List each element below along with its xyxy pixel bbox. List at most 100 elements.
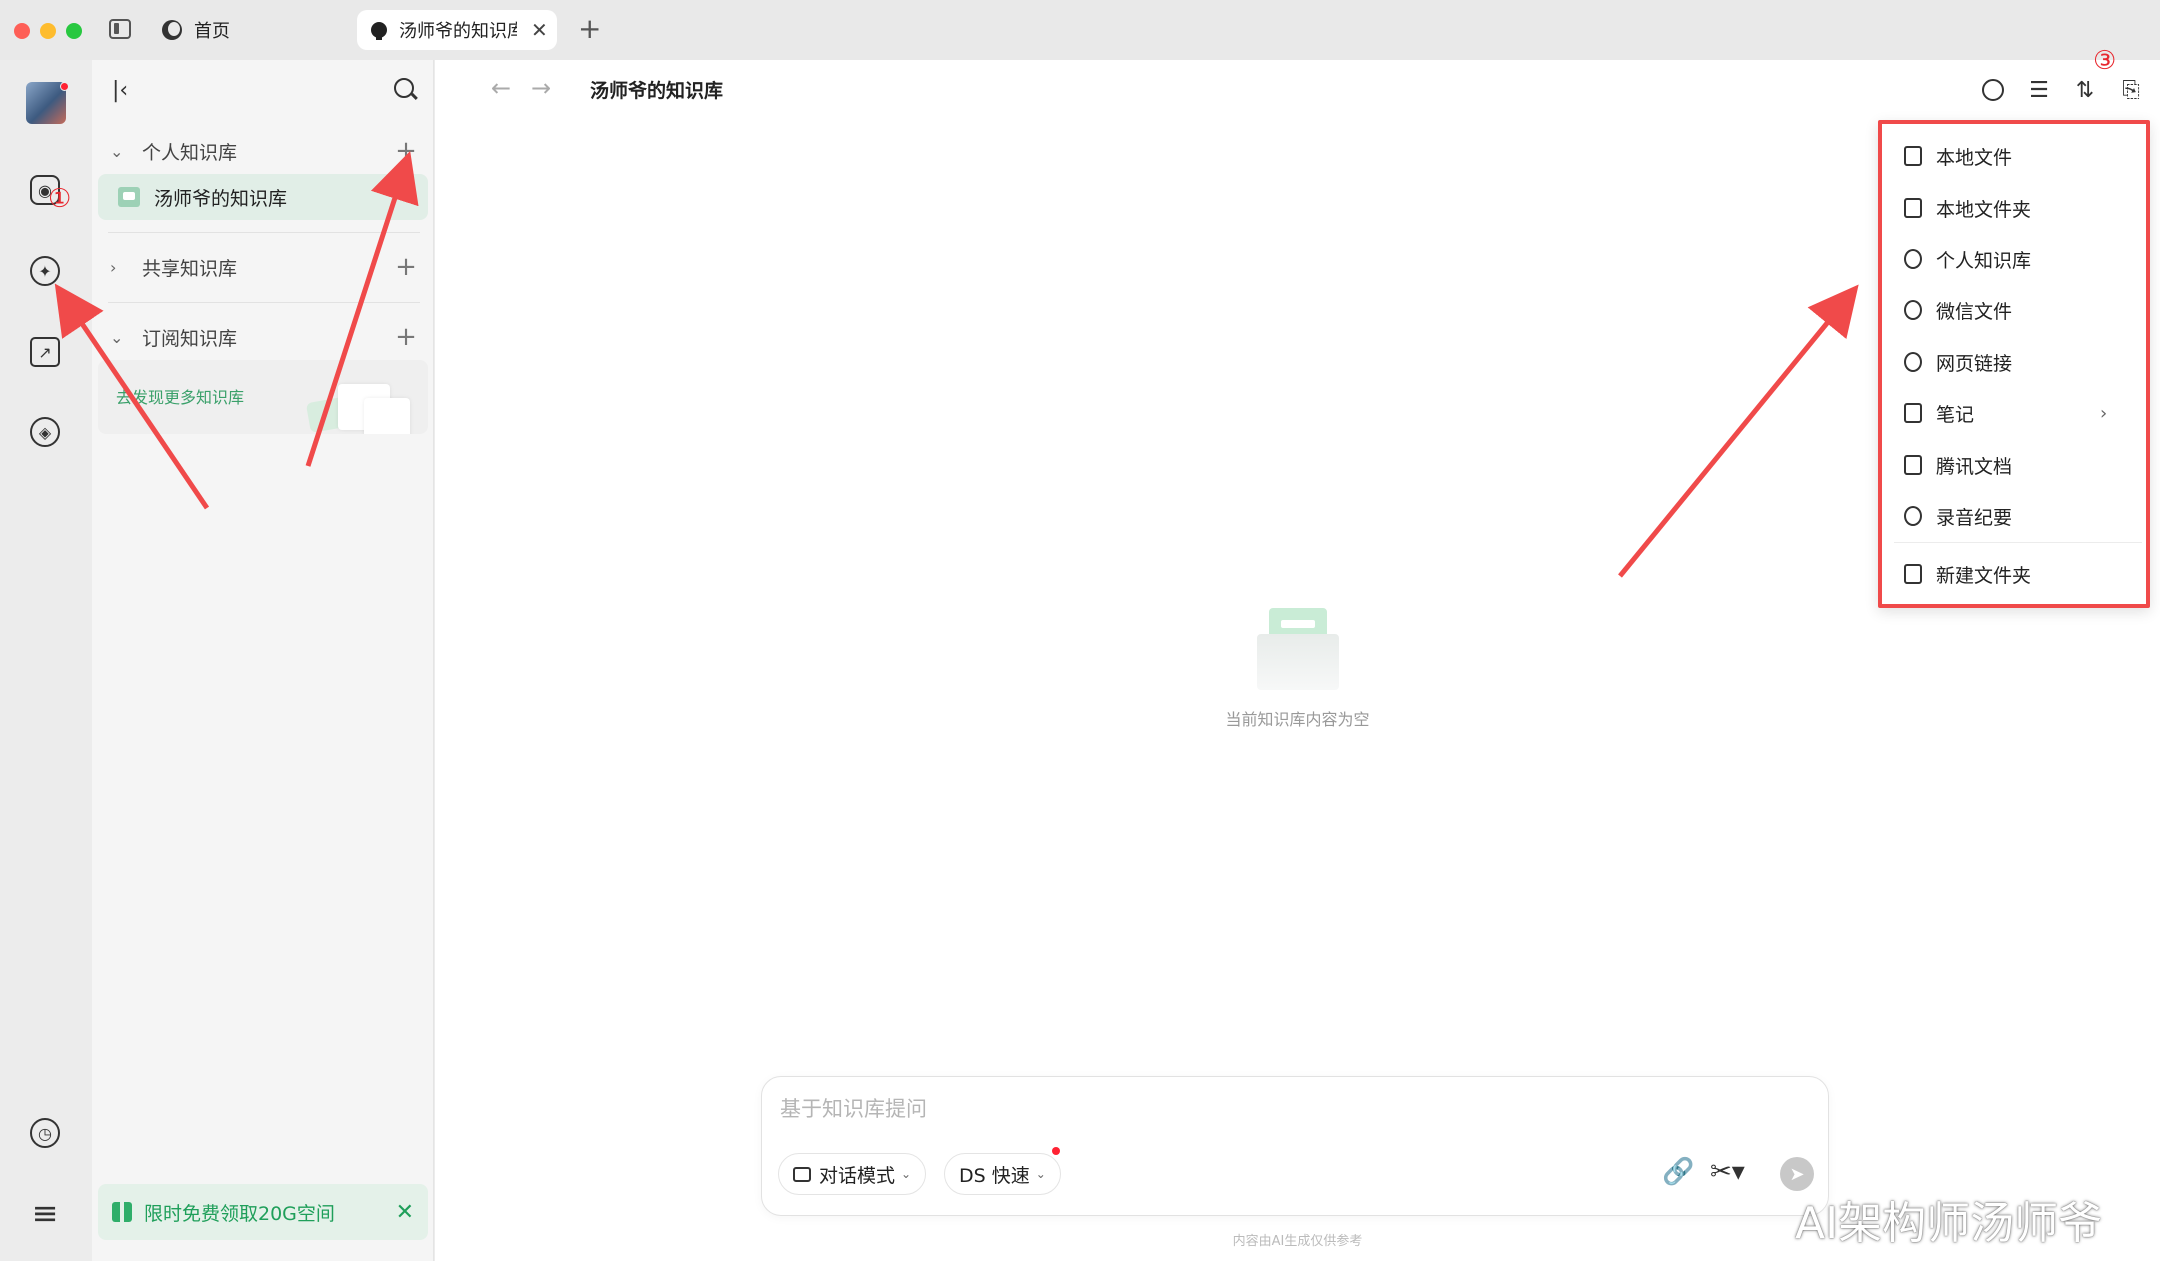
note-icon [1904, 403, 1922, 423]
section-label: 个人知识库 [142, 141, 238, 164]
chevron-down-icon: ⌄ [1035, 1167, 1046, 1181]
add-subscribed-kb-button[interactable]: + [392, 322, 420, 352]
new-tab-button[interactable]: + [578, 12, 601, 45]
close-window-button[interactable] [14, 23, 30, 39]
recording-icon [1904, 506, 1922, 526]
kb-item-label: 汤师爷的知识库 [154, 187, 288, 210]
section-label: 订阅知识库 [142, 327, 238, 350]
kb-item-selected[interactable]: 汤师爷的知识库 [98, 174, 428, 220]
chevron-right-icon: › [2100, 402, 2108, 424]
collapse-sidebar-icon[interactable]: |‹ [112, 78, 128, 103]
chevron-right-icon: › [110, 257, 117, 277]
menu-item-note[interactable]: 笔记 › [1904, 393, 2124, 433]
tencent-doc-icon [1904, 455, 1922, 475]
section-shared-kb[interactable]: › 共享知识库 + [92, 242, 434, 292]
bulb-icon [371, 22, 387, 40]
upload-add-icon[interactable]: ⎘ [2117, 76, 2145, 104]
discover-kb-card[interactable]: 去发现更多知识库 [98, 360, 428, 434]
section-personal-kb[interactable]: ⌄ 个人知识库 + [92, 126, 434, 176]
chat-bubble-icon [793, 1166, 811, 1182]
menu-item-new-folder[interactable]: 新建文件夹 [1904, 554, 2124, 594]
watermark: AI架构师汤师爷 [1795, 1198, 2103, 1249]
note-edit-icon[interactable]: ↗ [30, 337, 60, 367]
section-subscribed-kb[interactable]: ⌄ 订阅知识库 + [92, 312, 434, 362]
link-icon [1904, 352, 1922, 372]
knowledge-bulb-icon[interactable]: ✦ [30, 256, 60, 286]
knowledge-sidebar: |‹ ⌄ 个人知识库 + 汤师爷的知识库 ② › 共享知识库 + ⌄ 订阅知识库… [92, 60, 459, 1261]
search-icon[interactable] [394, 78, 414, 98]
menu-item-label: 录音纪要 [1936, 506, 2013, 529]
discover-link[interactable]: 去发现更多知识库 [116, 384, 244, 408]
menu-item-label: 本地文件夹 [1936, 198, 2032, 221]
add-personal-kb-button[interactable]: + [392, 136, 420, 166]
chevron-down-icon: ⌄ [110, 327, 124, 347]
list-view-icon[interactable]: ☰ [2025, 76, 2053, 104]
close-promo-icon[interactable]: ✕ [396, 1200, 414, 1225]
discover-illustration [305, 376, 418, 434]
new-folder-icon [1904, 564, 1922, 584]
kb-folder-icon [118, 187, 140, 207]
add-content-menu: 本地文件 本地文件夹 个人知识库 微信文件 网页链接 笔记 › 腾讯文档 录音纪… [1878, 120, 2150, 608]
close-tab-icon[interactable]: ✕ [531, 18, 548, 42]
menu-item-local-folder[interactable]: 本地文件夹 [1904, 188, 2124, 228]
section-label: 共享知识库 [142, 257, 238, 280]
ask-box: 对话模式 ⌄ DS 快速 ⌄ 🔗 ✂▾ ➤ [761, 1076, 1829, 1216]
model-new-dot [1052, 1147, 1060, 1155]
left-rail: ◉ ✦ ① ↗ ◈ ◷ ≡ [0, 60, 92, 1261]
ask-input[interactable] [780, 1091, 1780, 1127]
file-upload-icon [1904, 146, 1922, 166]
clock-icon[interactable]: ◷ [30, 1118, 60, 1148]
scissors-icon[interactable]: ✂▾ [1710, 1157, 1745, 1187]
mode-selector[interactable]: 对话模式 ⌄ [778, 1153, 927, 1195]
menu-item-web-link[interactable]: 网页链接 [1904, 342, 2124, 382]
menu-item-label: 笔记 [1936, 403, 1975, 426]
tab-knowledge-base[interactable]: 汤师爷的知识库 ✕ [357, 10, 557, 50]
tab-label: 首页 [194, 21, 230, 42]
folder-upload-icon [1904, 198, 1922, 218]
add-shared-kb-button[interactable]: + [392, 252, 420, 282]
menu-item-label: 网页链接 [1936, 352, 2013, 375]
sidebar-toggle-icon[interactable] [109, 19, 131, 39]
sort-icon[interactable]: ⇅ [2071, 76, 2099, 104]
divider [108, 232, 420, 233]
menu-icon[interactable]: ≡ [30, 1194, 60, 1232]
menu-item-local-file[interactable]: 本地文件 [1904, 136, 2124, 176]
menu-item-label: 微信文件 [1936, 300, 2013, 323]
chevron-down-icon: ⌄ [901, 1167, 912, 1181]
page-title: 汤师爷的知识库 [590, 80, 724, 102]
compass-icon[interactable]: ◈ [30, 417, 60, 447]
tab-label: 汤师爷的知识库 [399, 21, 517, 42]
annotation-1: ① [48, 184, 72, 214]
attach-link-icon[interactable]: 🔗 [1662, 1157, 1694, 1187]
back-arrow-icon[interactable]: ← [491, 74, 511, 102]
send-button[interactable]: ➤ [1780, 1157, 1814, 1191]
wechat-icon [1904, 300, 1922, 320]
model-label: DS 快速 [959, 1164, 1030, 1187]
gift-icon [112, 1202, 132, 1222]
empty-state-icon [1257, 608, 1339, 690]
chevron-down-icon: ⌄ [110, 141, 124, 161]
menu-item-label: 本地文件 [1936, 146, 2013, 169]
menu-divider [1894, 542, 2142, 543]
forward-arrow-icon[interactable]: → [531, 74, 551, 102]
title-bar: 首页 汤师爷的知识库 ✕ + [0, 0, 2160, 60]
menu-item-personal-kb[interactable]: 个人知识库 [1904, 239, 2124, 279]
menu-item-label: 腾讯文档 [1936, 455, 2013, 478]
promo-text: 限时免费领取20G空间 [144, 1202, 335, 1225]
minimize-window-button[interactable] [40, 23, 56, 39]
menu-item-tencent-doc[interactable]: 腾讯文档 [1904, 445, 2124, 485]
home-icon [162, 20, 182, 40]
promo-banner[interactable]: 限时免费领取20G空间 ✕ [98, 1184, 428, 1240]
notification-dot [60, 82, 69, 91]
annotation-3: ③ [2093, 46, 2117, 76]
zoom-window-button[interactable] [66, 23, 82, 39]
model-selector[interactable]: DS 快速 ⌄ [944, 1153, 1061, 1195]
divider [108, 302, 420, 303]
menu-item-label: 新建文件夹 [1936, 564, 2032, 587]
menu-item-recording[interactable]: 录音纪要 [1904, 496, 2124, 536]
menu-item-label: 个人知识库 [1936, 249, 2032, 272]
tab-home[interactable]: 首页 [158, 10, 348, 50]
search-kb-icon[interactable] [1979, 76, 2007, 104]
bulb-icon [1904, 249, 1922, 269]
menu-item-wechat-file[interactable]: 微信文件 [1904, 290, 2124, 330]
